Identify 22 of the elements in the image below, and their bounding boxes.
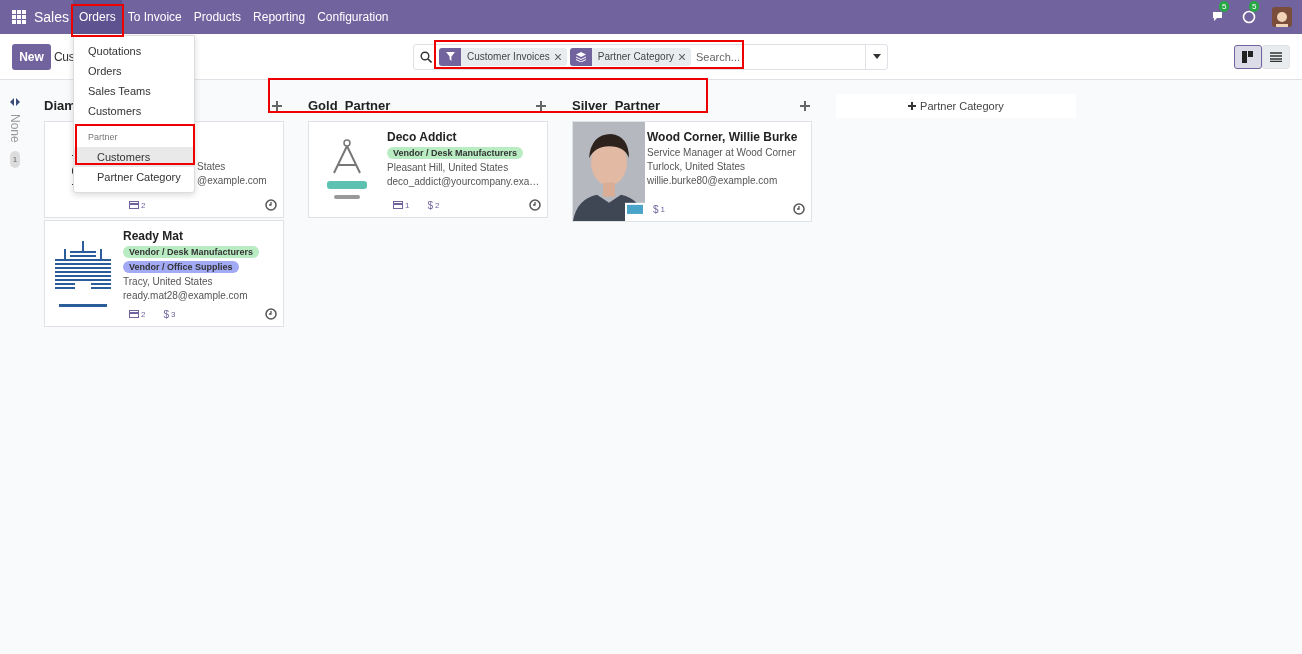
customer-name: Wood Corner, Willie Burke <box>647 130 799 144</box>
column-title: Gold_Partner <box>308 98 391 113</box>
record-count: 1 <box>9 150 21 168</box>
message-count: 5 <box>1219 1 1230 12</box>
customer-detail: Service Manager at Wood Corner <box>647 147 797 158</box>
menu-section-header: Partner <box>87 131 119 144</box>
customer-email: deco_addict@yourcompany.exa… <box>387 176 541 187</box>
activity-count: 5 <box>1249 1 1260 12</box>
column-title: None <box>8 114 22 143</box>
customer-detail: States <box>197 161 227 172</box>
customer-detail: Pleasant Hill, United States <box>387 162 510 173</box>
customer-name: Deco Addict <box>387 130 458 144</box>
customer-name: Ready Mat <box>123 229 185 243</box>
customer-email: ready.mat28@example.com <box>123 290 249 301</box>
customer-email: @example.com <box>197 175 268 186</box>
category-tag: Vendor / Desk Manufacturers <box>123 246 260 258</box>
customer-detail: Turlock, United States <box>647 161 746 172</box>
customer-detail: Tracy, United States <box>123 276 214 287</box>
customer-email: willie.burke80@example.com <box>647 175 779 186</box>
category-tag: Vendor / Desk Manufacturers <box>387 147 524 159</box>
category-tag: Vendor / Office Supplies <box>123 261 239 273</box>
column-title: Silver_Partner <box>572 98 661 113</box>
